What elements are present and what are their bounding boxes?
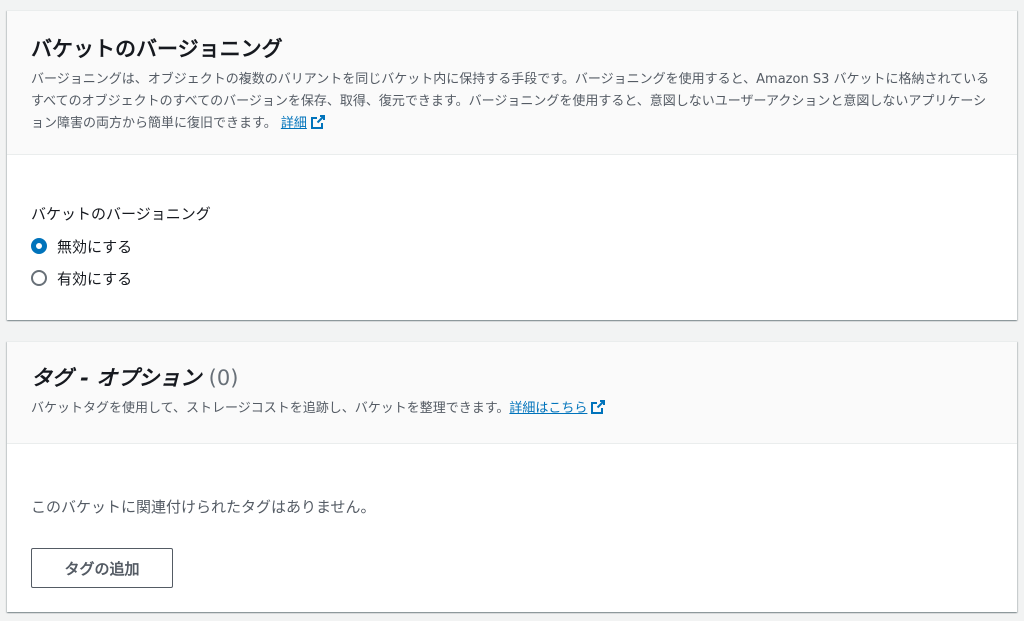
versioning-learn-more-label: 詳細 — [280, 116, 307, 131]
radio-label-disable: 無効にする — [57, 237, 133, 256]
versioning-description: バージョニングは、オブジェクトの複数のバリアントを同じバケット内に保持する手段で… — [31, 69, 993, 138]
versioning-field-label: バケットのバージョニング — [31, 205, 211, 223]
radio-button-unchecked[interactable] — [31, 270, 47, 286]
versioning-panel-body: バケットのバージョニング 無効にする 有効にする — [7, 155, 1017, 294]
versioning-title: バケットのバージョニング — [31, 37, 283, 61]
tags-empty-message: このバケットに関連付けられたタグはありません。 — [31, 498, 376, 516]
external-link-icon — [590, 399, 606, 423]
tags-learn-more-label: 詳細はこちら — [509, 401, 588, 416]
tags-count: (0) — [208, 366, 239, 390]
external-link-icon — [310, 114, 326, 138]
tags-panel-body: このバケットに関連付けられたタグはありません。 タグの追加 — [7, 444, 1017, 588]
add-tag-button[interactable]: タグの追加 — [31, 548, 173, 588]
tags-panel: タグ - オプション (0) バケットタグを使用して、ストレージコストを追跡し、… — [7, 341, 1017, 612]
versioning-description-text: バージョニングは、オブジェクトの複数のバリアントを同じバケット内に保持する手段で… — [31, 72, 990, 131]
radio-option-disable[interactable]: 無効にする — [31, 230, 993, 262]
versioning-panel-header: バケットのバージョニング バージョニングは、オブジェクトの複数のバリアントを同じ… — [7, 11, 1017, 155]
radio-option-enable[interactable]: 有効にする — [31, 262, 993, 294]
tags-description: バケットタグを使用して、ストレージコストを追跡し、バケットを整理できます。詳細は… — [31, 398, 993, 423]
tags-description-text: バケットタグを使用して、ストレージコストを追跡し、バケットを整理できます。 — [31, 401, 510, 416]
tags-panel-header: タグ - オプション (0) バケットタグを使用して、ストレージコストを追跡し、… — [7, 342, 1017, 444]
bucket-versioning-panel: バケットのバージョニング バージョニングは、オブジェクトの複数のバリアントを同じ… — [7, 10, 1017, 320]
radio-button-checked[interactable] — [31, 238, 47, 254]
radio-label-enable: 有効にする — [57, 269, 133, 288]
tags-title-text: タグ - オプション — [31, 366, 202, 390]
versioning-learn-more-link[interactable]: 詳細 — [280, 115, 326, 131]
tags-learn-more-link[interactable]: 詳細はこちら — [509, 400, 606, 416]
tags-title: タグ - オプション (0) — [31, 364, 993, 392]
